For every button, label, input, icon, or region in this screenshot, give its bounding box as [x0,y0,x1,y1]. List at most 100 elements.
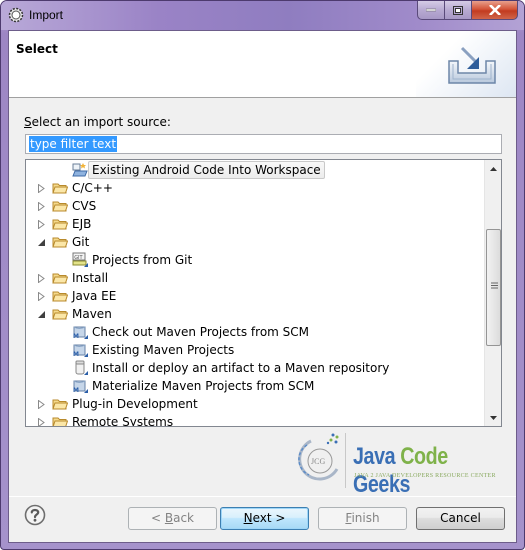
svg-text:M: M [73,351,79,358]
maven-project-icon: M [72,324,88,340]
tree-item[interactable]: Install [36,269,108,287]
tree-item[interactable]: Maven [36,305,112,323]
tree-item-label: Maven [72,307,112,321]
collapsed-arrow-icon[interactable] [36,417,46,426]
logo-code: Code [400,443,448,470]
collapsed-arrow-icon[interactable] [36,399,46,409]
import-dialog-window: Import Select Select an import source: t… [0,0,525,550]
tree-item[interactable]: Existing Android Code Into Workspace [72,161,325,179]
back-mnemonic: B [164,511,174,525]
tree-item-label: Plug-in Development [72,397,198,411]
scroll-down-icon [490,415,497,420]
tree-item-label: Projects from Git [92,253,193,267]
dialog-client-area: Select Select an import source: type fil… [8,30,517,543]
tree-item[interactable]: M Check out Maven Projects from SCM [72,323,309,341]
next-mnemonic: N [243,511,253,525]
logo-java: Java [353,443,396,470]
help-icon[interactable] [24,504,46,526]
collapsed-arrow-icon[interactable] [36,291,46,301]
minimize-button[interactable] [417,1,445,20]
logo-tagline: JAVA 2 JAVA DEVELOPERS RESOURCE CENTER [354,473,496,479]
java-code-geeks-watermark: JCG Java Code Geeks JAVA 2 JAVA DEVELOPE… [293,428,511,498]
tree-item[interactable]: Install or deploy an artifact to a Maven… [72,359,389,377]
tree-item-label: Java EE [72,289,117,303]
git-repo-icon: GIT [72,252,88,268]
folder-icon [52,306,69,322]
back-button[interactable]: < Back [128,507,217,530]
maximize-button[interactable] [445,1,472,20]
scroll-up-button[interactable] [485,160,501,177]
tree-item[interactable]: CVS [36,197,96,215]
collapsed-arrow-icon[interactable] [36,273,46,283]
expanded-arrow-icon[interactable] [36,309,46,319]
close-icon [488,5,501,15]
maven-project-icon: M [72,378,88,394]
scroll-down-button[interactable] [485,409,501,426]
tree-item-label: EJB [72,217,92,231]
jar-icon [72,360,88,376]
tree-item[interactable]: M Existing Maven Projects [72,341,234,359]
scroll-up-icon [490,166,497,171]
collapsed-arrow-icon[interactable] [36,183,46,193]
tree-item-label: Existing Android Code Into Workspace [88,161,325,179]
tree-item-label: Git [72,235,90,249]
cancel-button[interactable]: Cancel [416,507,505,530]
tree-item-label: CVS [72,199,97,213]
logo-divider [345,433,346,488]
maven-project-icon: M [72,342,88,358]
filter-input-value: type filter text [29,136,118,152]
tree-item[interactable]: M Materialize Maven Projects from SCM [72,377,314,395]
wizard-header: Select [9,31,516,98]
tree-item[interactable]: C/C++ [36,179,113,197]
monogram-text: JCG [311,457,325,466]
svg-text:M: M [73,387,79,394]
import-banner-icon [448,46,496,84]
import-source-tree[interactable]: Existing Android Code Into Workspace C/C+… [25,159,502,427]
window-title: Import [29,8,64,22]
folder-icon [52,270,69,286]
scrollbar-thumb[interactable] [486,229,501,346]
close-button[interactable] [472,1,518,20]
android-project-icon [72,162,88,178]
finish-label: inish [351,511,380,525]
folder-icon [52,234,69,250]
collapsed-arrow-icon[interactable] [36,219,46,229]
tree-item-label: Install [72,271,109,285]
tree-item-label: Materialize Maven Projects from SCM [92,379,315,393]
tree-item-label: Check out Maven Projects from SCM [92,325,310,339]
tree-item-label: Existing Maven Projects [92,343,235,357]
header-banner [416,31,516,97]
finish-button[interactable]: Finish [318,507,407,530]
logo-wordmark: Java Code Geeks [353,443,483,499]
next-button[interactable]: Next > [220,507,309,530]
filter-input[interactable]: type filter text [25,134,502,154]
page-title: Select [16,42,58,56]
expanded-arrow-icon[interactable] [36,237,46,247]
tree-item[interactable]: Plug-in Development [36,395,198,413]
folder-icon [52,216,69,232]
label-text: elect an import source: [31,115,171,129]
title-bar[interactable]: Import [1,1,524,30]
svg-text:M: M [73,333,79,340]
back-prefix: < [150,511,165,525]
folder-icon [52,198,69,214]
tree-item[interactable]: Java EE [36,287,116,305]
mnemonic-letter: S [24,115,32,129]
folder-icon [52,396,69,412]
window-controls [417,1,518,21]
jcg-monogram-icon: JCG [298,433,339,481]
folder-icon [52,288,69,304]
svg-text:GIT: GIT [74,255,83,261]
collapsed-arrow-icon[interactable] [36,201,46,211]
vertical-scrollbar[interactable] [484,160,501,426]
next-label: ext > [252,511,286,525]
minimize-icon [426,8,436,12]
tree-item[interactable]: GIT Projects from Git [72,251,192,269]
tree-item[interactable]: Git [36,233,89,251]
tree-item[interactable]: Remote Systems [36,413,174,427]
tree-item-label: C/C++ [72,181,113,195]
import-source-label: Select an import source: [24,115,171,129]
tree-item-label: Remote Systems [72,415,174,427]
tree-item-label: Install or deploy an artifact to a Maven… [92,361,390,375]
tree-item[interactable]: EJB [36,215,91,233]
